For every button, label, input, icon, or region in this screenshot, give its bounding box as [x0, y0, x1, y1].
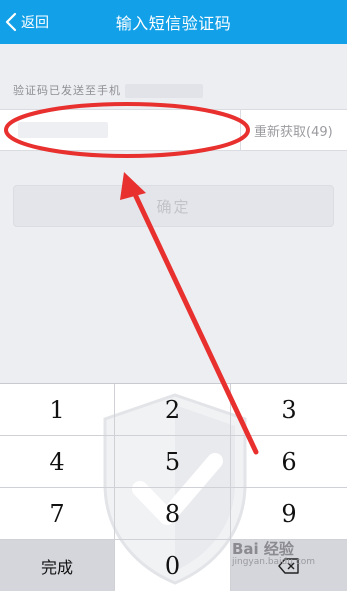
- masked-phone-number: [125, 84, 203, 98]
- backspace-icon: [278, 558, 299, 574]
- key-8[interactable]: 8: [115, 488, 231, 540]
- key-6[interactable]: 6: [231, 436, 347, 488]
- key-0[interactable]: 0: [115, 540, 231, 591]
- key-3[interactable]: 3: [231, 384, 347, 436]
- nav-bar: 返回 输入短信验证码: [0, 0, 347, 44]
- sms-sent-notice-text: 验证码已发送至手机: [13, 84, 121, 97]
- key-1[interactable]: 1: [0, 384, 115, 436]
- numeric-keypad: 1 2 3 4 5 6 7 8 9 完成 0: [0, 383, 347, 591]
- key-5[interactable]: 5: [115, 436, 231, 488]
- key-9[interactable]: 9: [231, 488, 347, 540]
- verification-code-input[interactable]: [18, 122, 108, 138]
- resend-code-button[interactable]: 重新获取(49): [240, 110, 347, 150]
- done-key[interactable]: 完成: [0, 540, 115, 591]
- delete-key[interactable]: [231, 540, 347, 591]
- sms-sent-notice: 验证码已发送至手机: [13, 82, 203, 98]
- key-4[interactable]: 4: [0, 436, 115, 488]
- page-title: 输入短信验证码: [115, 14, 232, 33]
- key-2[interactable]: 2: [115, 384, 231, 436]
- verification-code-row: 重新获取(49): [0, 109, 347, 151]
- confirm-button[interactable]: 确定: [13, 185, 334, 227]
- key-7[interactable]: 7: [0, 488, 115, 540]
